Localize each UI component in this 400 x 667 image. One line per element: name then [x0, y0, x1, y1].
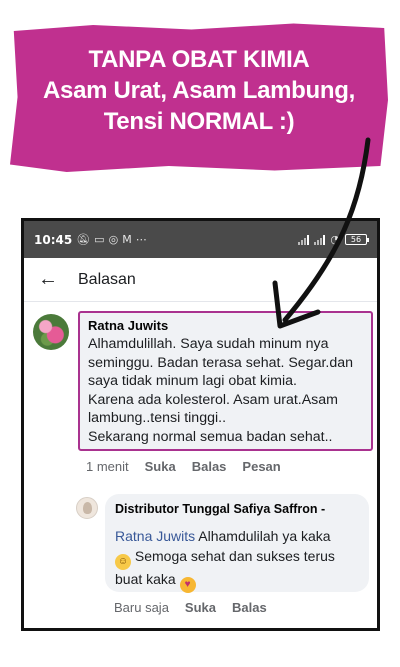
promo-banner-text: TANPA OBAT KIMIA Asam Urat, Asam Lambung…: [10, 44, 388, 137]
more-icon: ⋯: [135, 233, 147, 246]
comment-bubble: Ratna Juwits Alhamdulillah. Saya sudah m…: [78, 311, 373, 451]
reply-button[interactable]: Balas: [232, 600, 267, 615]
wifi-icon: ◔: [330, 233, 340, 246]
comment-text: Alhamdulillah. Saya sudah minum nya semi…: [88, 336, 354, 445]
instagram-icon: ◎: [108, 233, 119, 246]
battery-icon: 56: [345, 234, 369, 245]
reply-actions: Baru saja Suka Balas: [114, 600, 267, 615]
reply-text: Ratna Juwits Alhamdulilah ya kaka ☺ Semo…: [115, 527, 359, 593]
mute-icon: 🔕︎: [76, 233, 91, 246]
smiling-hearts-icon: ♥: [179, 576, 196, 593]
signal-icon: [314, 234, 326, 245]
status-time: 10:45: [34, 232, 73, 247]
reply-text-part: Alhamdulilah ya kaka: [195, 528, 331, 544]
banner-line-3: Tensi NORMAL :): [103, 108, 295, 135]
back-arrow-icon[interactable]: ←: [38, 268, 64, 291]
gmail-icon: M: [122, 233, 132, 246]
banner-line-1: TANPA OBAT KIMIA: [88, 46, 310, 73]
banner-line-2: Asam Urat, Asam Lambung,: [43, 77, 355, 104]
app-bar: ← Balasan: [24, 258, 377, 302]
comment-actions: 1 menit Suka Balas Pesan: [86, 459, 281, 474]
reply-text-part: Semoga sehat dan sukses terus: [131, 547, 335, 564]
signal-icon: [298, 234, 310, 245]
like-button[interactable]: Suka: [145, 459, 176, 474]
reply-time: Baru saja: [114, 600, 169, 615]
reply-text-part: buat kaka: [115, 570, 180, 587]
comment-author[interactable]: Ratna Juwits: [88, 317, 363, 335]
message-icon: ▭: [94, 233, 105, 246]
page-title: Balasan: [78, 270, 136, 288]
reply-mention[interactable]: Ratna Juwits: [115, 528, 195, 544]
reply-bubble: Distributor Tunggal Safiya Saffron - Rat…: [105, 494, 369, 593]
phone-screenshot: 10:45 🔕︎ ▭ ◎ M ⋯ ◔ 56 ← Balasan Ratna Ju…: [21, 218, 380, 631]
avatar[interactable]: [33, 314, 69, 350]
avatar[interactable]: [76, 497, 98, 519]
reply-button[interactable]: Balas: [192, 459, 227, 474]
hugging-face-icon: ☺: [115, 553, 131, 570]
like-button[interactable]: Suka: [185, 600, 216, 615]
status-bar: 10:45 🔕︎ ▭ ◎ M ⋯ ◔ 56: [24, 221, 377, 258]
comment-time: 1 menit: [86, 459, 129, 474]
message-button[interactable]: Pesan: [242, 459, 280, 474]
reply-author[interactable]: Distributor Tunggal Safiya Saffron -: [115, 500, 359, 518]
